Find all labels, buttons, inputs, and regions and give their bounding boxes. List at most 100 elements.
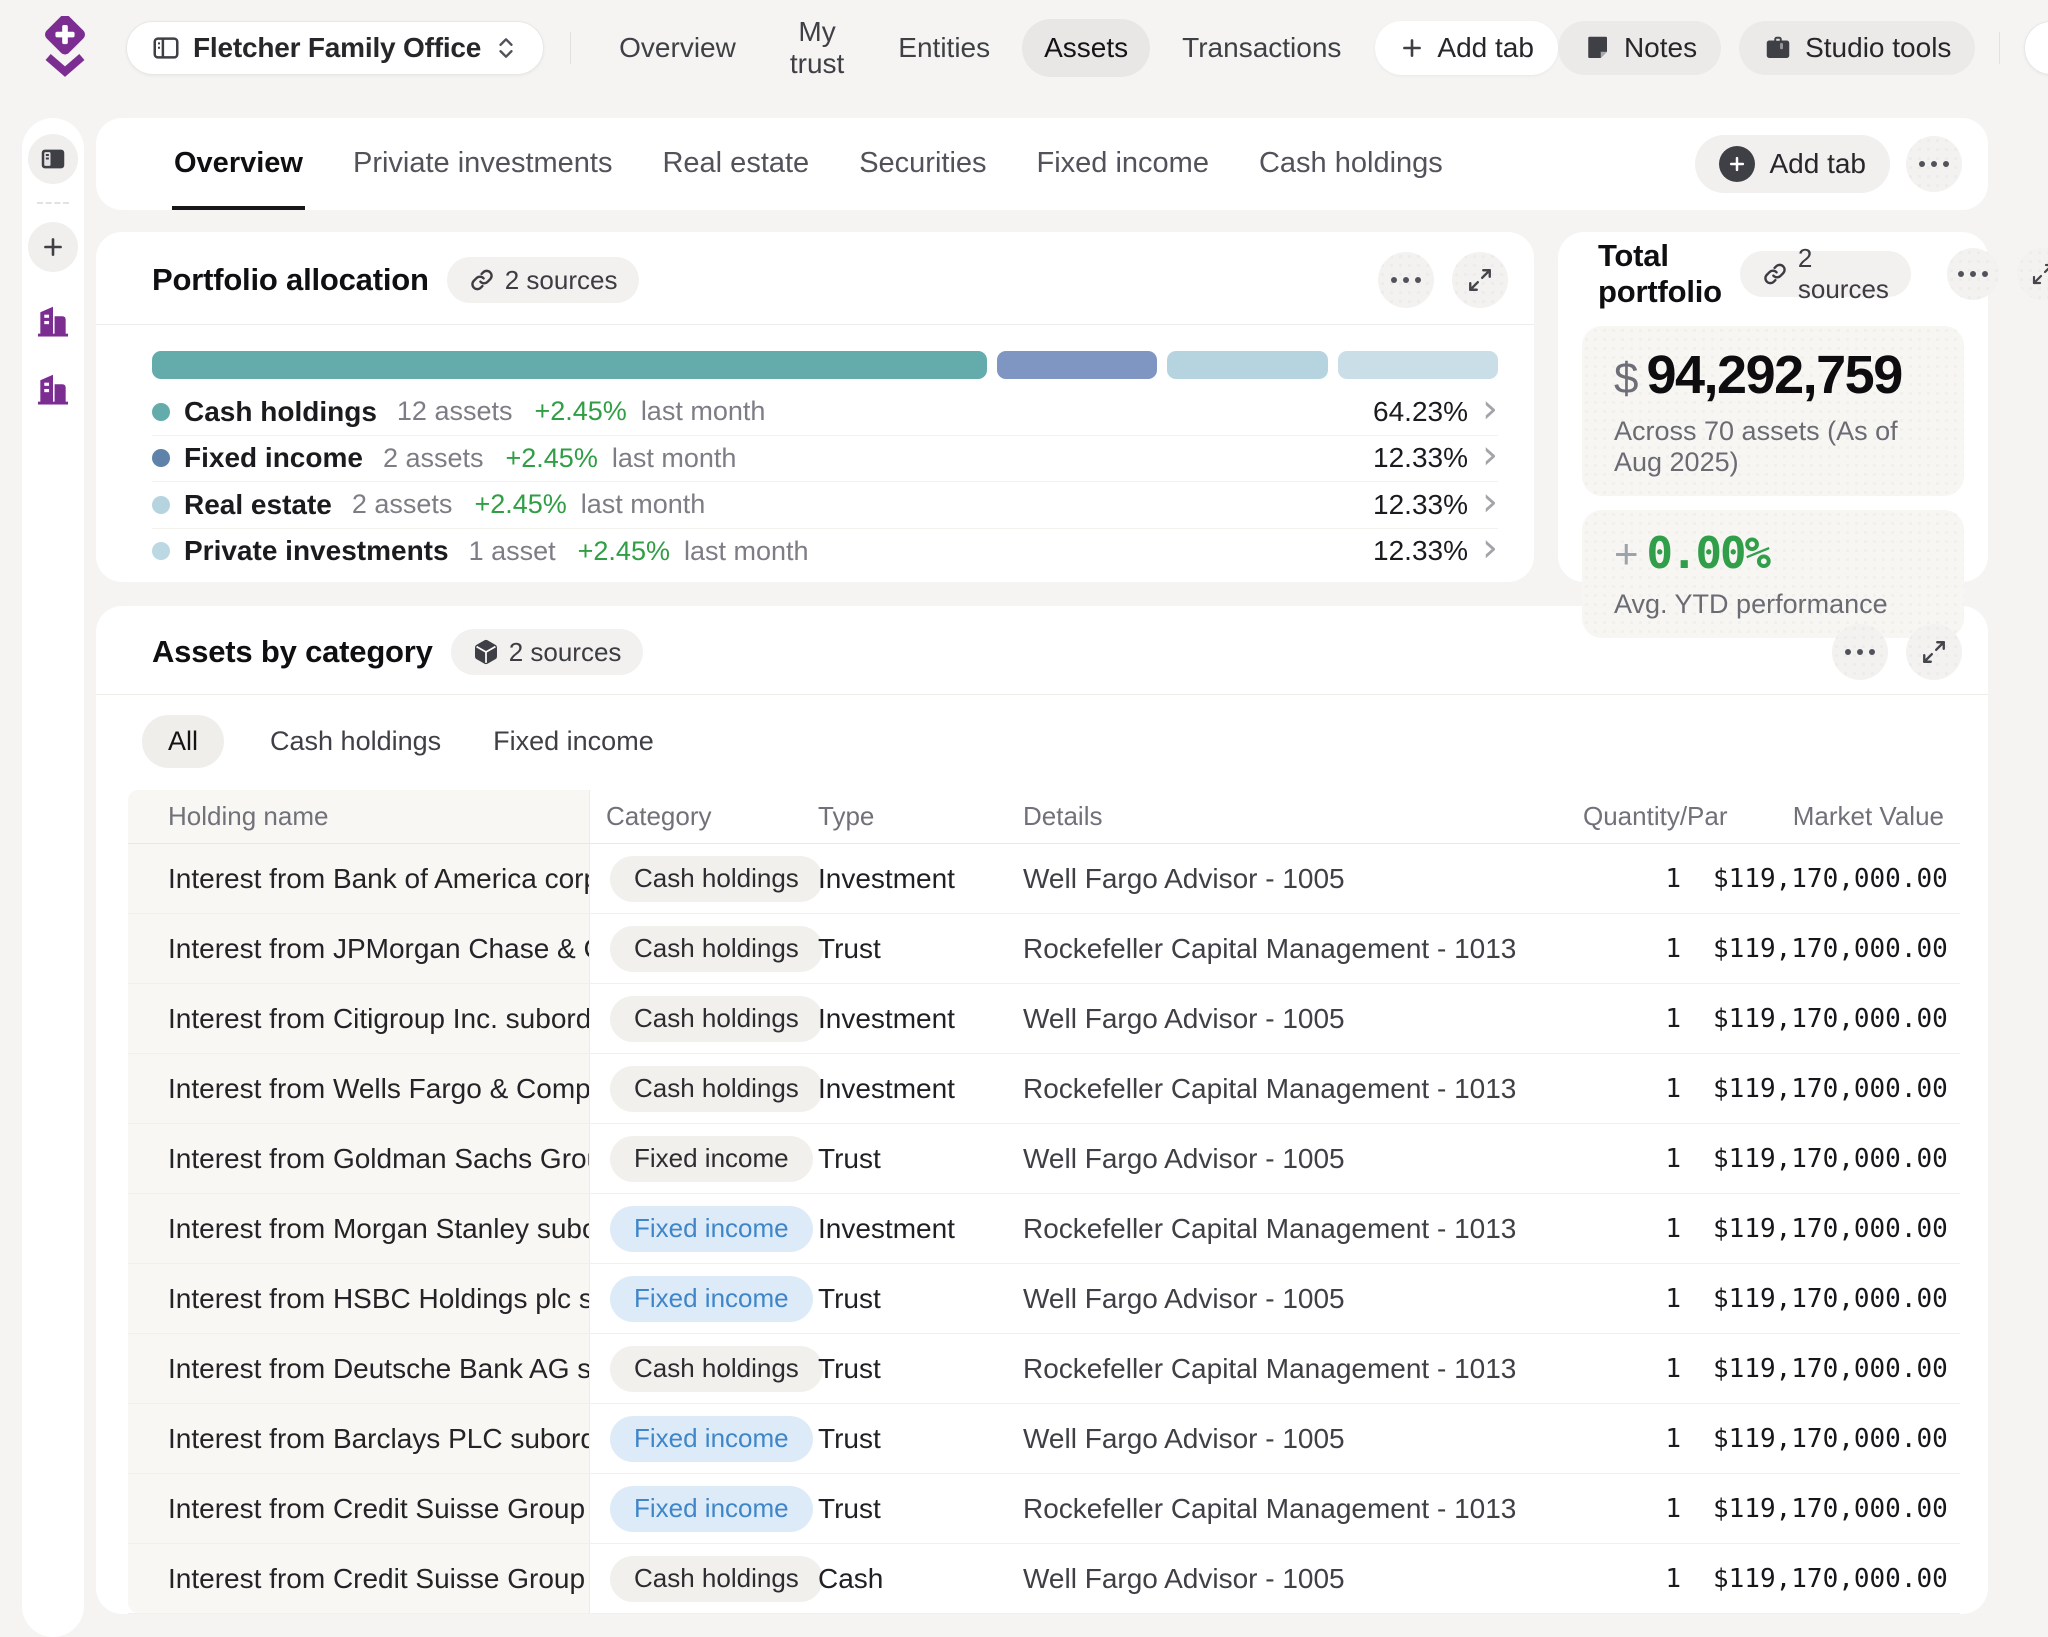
total-expand-button[interactable] <box>2017 248 2048 300</box>
holding-type: Investment <box>802 863 1007 895</box>
allocation-legend-row[interactable]: Cash holdings 12 assets +2.45% last mont… <box>152 389 1498 435</box>
subtab[interactable]: Overview <box>172 118 305 210</box>
allocation-bar-segment[interactable] <box>1338 351 1498 379</box>
holding-type: Trust <box>802 1493 1007 1525</box>
toggle-sidebar-button[interactable] <box>28 134 78 184</box>
allocation-more-button[interactable] <box>1378 252 1434 308</box>
app-logo-icon[interactable] <box>38 16 92 80</box>
table-body: Interest from Bank of America corp subor… <box>128 844 1960 1614</box>
holding-name: Interest from Citigroup Inc. subordinate… <box>128 984 590 1053</box>
notes-label: Notes <box>1624 32 1697 64</box>
column-header[interactable]: Details <box>1007 801 1567 832</box>
category-filter-chip[interactable]: Cash holdings <box>264 715 447 768</box>
holding-details: Well Fargo Advisor - 1005 <box>1007 1283 1567 1315</box>
category-color-dot <box>152 403 170 421</box>
allocation-bar-segment[interactable] <box>1167 351 1327 379</box>
table-row[interactable]: Interest from Credit Suisse Group AG sub… <box>128 1474 1960 1544</box>
holding-quantity: 1 <box>1567 1564 1697 1594</box>
nav-item[interactable]: Overview <box>597 19 758 77</box>
holding-quantity: 1 <box>1567 1354 1697 1384</box>
holding-type: Investment <box>802 1003 1007 1035</box>
subtab[interactable]: Fixed income <box>1035 118 1211 210</box>
allocation-bar-segment[interactable] <box>997 351 1157 379</box>
allocation-legend-row[interactable]: Fixed income 2 assets +2.45% last month … <box>152 435 1498 482</box>
holding-details: Rockefeller Capital Management - 1013 <box>1007 1213 1567 1245</box>
allocation-expand-button[interactable] <box>1452 252 1508 308</box>
rail-divider <box>37 202 69 204</box>
category-filters: All Cash holdings Fixed income <box>96 695 1988 786</box>
column-header[interactable]: Holding name <box>128 790 590 843</box>
ellipsis-icon <box>1958 271 1988 277</box>
table-row[interactable]: Interest from Wells Fargo & Company subo… <box>128 1054 1960 1124</box>
category-filter-chip[interactable]: All <box>142 715 224 768</box>
nav-item[interactable]: Transactions <box>1160 19 1363 77</box>
nav-item[interactable]: My trust <box>768 3 866 93</box>
holding-market-value: $119,170,000.00 <box>1697 864 1964 894</box>
holding-type: Trust <box>802 933 1007 965</box>
category-filter-chip[interactable]: Fixed income <box>487 715 660 768</box>
chevron-right-icon: › <box>1482 395 1498 423</box>
subtab[interactable]: Cash holdings <box>1257 118 1445 210</box>
allocation-bar-segment[interactable] <box>152 351 987 379</box>
column-header[interactable]: Category <box>590 801 802 832</box>
add-tab-button[interactable]: Add tab <box>1375 21 1558 75</box>
total-more-button[interactable] <box>1947 248 1999 300</box>
allocation-sources-badge[interactable]: 2 sources <box>447 257 640 303</box>
holding-type: Investment <box>802 1073 1007 1105</box>
table-row[interactable]: Interest from Credit Suisse Group AG sub… <box>128 1544 1960 1614</box>
holding-details: Well Fargo Advisor - 1005 <box>1007 1003 1567 1035</box>
category-chip: Fixed income <box>610 1206 813 1252</box>
rail-add-button[interactable] <box>28 222 78 272</box>
table-row[interactable]: Interest from JPMorgan Chase & Co. subor… <box>128 914 1960 984</box>
category-asset-count: 2 assets <box>352 489 453 520</box>
table-row[interactable]: Interest from Bank of America corp subor… <box>128 844 1960 914</box>
holding-name: Interest from Goldman Sachs Group Inc. s… <box>128 1124 590 1193</box>
holding-quantity: 1 <box>1567 1004 1697 1034</box>
column-header[interactable]: Market Value <box>1697 801 1960 832</box>
studio-tools-button[interactable]: Studio tools <box>1739 21 1975 75</box>
allocation-legend-row[interactable]: Real estate 2 assets +2.45% last month 1… <box>152 481 1498 528</box>
nav-item[interactable]: Assets <box>1022 19 1150 77</box>
plus-circle-icon <box>1719 146 1755 182</box>
category-chip: Cash holdings <box>610 1066 823 1112</box>
column-header[interactable]: Quantity/Par <box>1567 801 1697 832</box>
holding-quantity: 1 <box>1567 864 1697 894</box>
chevron-right-icon: › <box>1482 534 1498 562</box>
allocation-legend-row[interactable]: Private investments 1 asset +2.45% last … <box>152 528 1498 575</box>
table-row[interactable]: Interest from Goldman Sachs Group Inc. s… <box>128 1124 1960 1194</box>
total-portfolio-subtitle: Across 70 assets (As of Aug 2025) <box>1614 416 1932 478</box>
assets-more-button[interactable] <box>1832 624 1888 680</box>
subtab[interactable]: Real estate <box>660 118 811 210</box>
notes-button[interactable]: Notes <box>1558 21 1721 75</box>
assets-sources-badge[interactable]: 2 sources <box>451 629 644 675</box>
workspace-building-icon[interactable] <box>34 302 72 340</box>
table-row[interactable]: Interest from Citigroup Inc. subordinate… <box>128 984 1960 1054</box>
holding-details: Rockefeller Capital Management - 1013 <box>1007 1073 1567 1105</box>
total-portfolio-value: 94,292,759 <box>1646 344 1901 406</box>
total-portfolio-title: Total portfolio <box>1598 238 1722 310</box>
add-subtab-button[interactable]: Add tab <box>1695 135 1890 193</box>
subtab[interactable]: Priviate investments <box>351 118 615 210</box>
subtab[interactable]: Securities <box>857 118 988 210</box>
table-row[interactable]: Interest from Barclays PLC subordinated … <box>128 1404 1960 1474</box>
holding-type: Trust <box>802 1423 1007 1455</box>
table-row[interactable]: Interest from Morgan Stanley subordinate… <box>128 1194 1960 1264</box>
workspace-building-icon-2[interactable] <box>34 370 72 408</box>
total-sources-badge[interactable]: 2 sources <box>1740 251 1911 297</box>
share-button[interactable]: Share <box>2024 21 2048 75</box>
workspace-switcher[interactable]: Fletcher Family Office <box>126 21 544 75</box>
category-percent: 64.23% <box>1373 396 1468 428</box>
nav-item[interactable]: Entities <box>876 19 1012 77</box>
holding-market-value: $119,170,000.00 <box>1697 1494 1964 1524</box>
assets-expand-button[interactable] <box>1906 624 1962 680</box>
category-chip: Cash holdings <box>610 856 823 902</box>
holding-market-value: $119,170,000.00 <box>1697 1004 1964 1034</box>
holding-name: Interest from Barclays PLC subordinated … <box>128 1404 590 1473</box>
holding-details: Well Fargo Advisor - 1005 <box>1007 1563 1567 1595</box>
tabs-more-button[interactable] <box>1906 136 1962 192</box>
table-row[interactable]: Interest from Deutsche Bank AG subordina… <box>128 1334 1960 1404</box>
category-label: Private investments <box>184 535 449 567</box>
column-header[interactable]: Type <box>802 801 1007 832</box>
category-change-period: last month <box>684 536 809 567</box>
table-row[interactable]: Interest from HSBC Holdings plc subordin… <box>128 1264 1960 1334</box>
